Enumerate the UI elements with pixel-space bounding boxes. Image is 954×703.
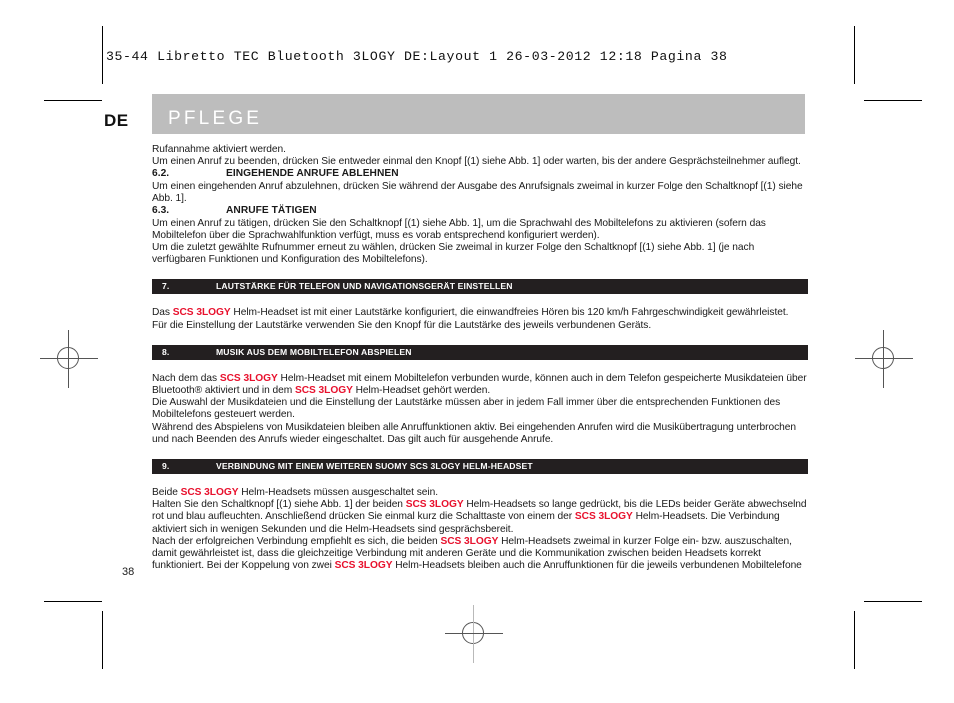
crop-mark-bottom-right-vertical [854, 611, 855, 669]
registration-hline [40, 358, 98, 359]
section-title: VERBINDUNG MIT EINEM WEITEREN SUOMY SCS … [216, 461, 533, 472]
subsection-6-2-body: Um einen eingehenden Anruf abzulehnen, d… [152, 180, 803, 205]
registration-hline [445, 633, 503, 634]
brand-name: SCS 3LOGY [172, 307, 231, 319]
registration-mark-right [855, 330, 913, 388]
subsection-6-3-body-1: Um einen Anruf zu tätigen, drücken Sie d… [152, 217, 766, 241]
subsection-heading-6-3: 6.3. ANRUFE TÄTIGEN [152, 205, 808, 217]
page-number: 38 [122, 566, 135, 578]
crop-mark-top-left-horizontal [44, 100, 102, 101]
section-number: 8. [162, 346, 170, 357]
brand-name: SCS 3LOGY [405, 499, 464, 511]
crop-mark-bottom-left-horizontal [44, 601, 102, 602]
brand-name: SCS 3LOGY [219, 372, 278, 384]
registration-hline [855, 358, 913, 359]
section-7-para-2: Für die Einstellung der Lautstärke verwe… [152, 319, 652, 331]
registration-vline [883, 330, 884, 388]
crop-mark-top-right-horizontal [864, 100, 922, 101]
section-9-para-1: Beide SCS 3LOGY Helm-Headsets müssen aus… [152, 487, 808, 499]
brand-name: SCS 3LOGY [440, 535, 499, 547]
brand-name: SCS 3LOGY [294, 385, 353, 397]
registration-vline [68, 330, 69, 388]
section-7-para-1: Das SCS 3LOGY Helm-Headset ist mit einer… [152, 307, 808, 319]
language-code: DE [104, 111, 129, 130]
registration-mark-left [40, 330, 98, 388]
subsection-title: EINGEHENDE ANRUFE ABLEHNEN [226, 168, 399, 180]
text-fragment: Helm-Headset ist mit einer Lautstärke ko… [230, 307, 789, 319]
registration-vline [473, 605, 474, 663]
section-bar-9: 9. VERBINDUNG MIT EINEM WEITEREN SUOMY SC… [152, 459, 808, 475]
registration-mark-bottom [445, 605, 503, 663]
text-fragment: Nach der erfolgreichen Verbindung empfie… [152, 535, 441, 547]
text-fragment: Halten Sie den Schaltknopf [(1) siehe Ab… [152, 499, 406, 511]
text-fragment: Das [152, 307, 173, 319]
section-title: MUSIK AUS DEM MOBILTELEFON ABSPIELEN [216, 346, 412, 357]
section-9-para-3: Nach der erfolgreichen Verbindung empfie… [152, 536, 808, 573]
crop-mark-top-left-vertical [102, 26, 103, 84]
page-title: PFLEGE [168, 108, 263, 129]
text-fragment: Helm-Headset gehört werden. [352, 385, 491, 397]
section-number: 9. [162, 461, 170, 472]
text-fragment: Helm-Headsets müssen ausgeschaltet sein. [238, 487, 439, 499]
crop-mark-bottom-left-vertical [102, 611, 103, 669]
section-8-para-1: Nach dem das SCS 3LOGY Helm-Headset mit … [152, 373, 808, 397]
subsection-number: 6.3. [152, 205, 170, 217]
section-bar-7: 7. LAUTSTÄRKE FÜR TELEFON UND NAVIGATIONS… [152, 279, 808, 295]
subsection-heading-6-2: 6.2. EINGEHENDE ANRUFE ABLEHNEN [152, 168, 808, 180]
text-fragment: Beide [152, 487, 181, 499]
section-9-para-2: Halten Sie den Schaltknopf [(1) siehe Ab… [152, 499, 808, 536]
brand-name: SCS 3LOGY [574, 511, 633, 523]
subsection-6-3-body-2: Um die zuletzt gewählte Rufnummer erneut… [152, 242, 755, 266]
subsection-title: ANRUFE TÄTIGEN [226, 205, 317, 217]
text-fragment: Nach dem das [152, 372, 220, 384]
brand-name: SCS 3LOGY [334, 560, 393, 572]
text-fragment: Helm-Headsets bleiben auch die Anruffunk… [392, 560, 802, 572]
crop-mark-top-right-vertical [854, 26, 855, 84]
film-slug-line: 35-44 Libretto TEC Bluetooth 3LOGY DE:La… [106, 49, 728, 64]
section-bar-8: 8. MUSIK AUS DEM MOBILTELEFON ABSPIELEN [152, 344, 808, 360]
brand-name: SCS 3LOGY [180, 487, 239, 499]
intro-line-1: Rufannahme aktiviert werden. [152, 144, 286, 155]
intro-line-2: Um einen Anruf zu beenden, drücken Sie e… [152, 156, 801, 168]
section-8-para-2: Die Auswahl der Musikdateien und die Ein… [152, 397, 781, 421]
section-8-para-3: Während des Abspielens von Musikdateien … [152, 421, 797, 445]
subsection-number: 6.2. [152, 168, 170, 180]
section-number: 7. [162, 281, 170, 292]
page-content: Rufannahme aktiviert werden. Um einen An… [152, 144, 808, 572]
crop-mark-bottom-right-horizontal [864, 601, 922, 602]
section-title: LAUTSTÄRKE FÜR TELEFON UND NAVIGATIONSGE… [216, 281, 513, 292]
